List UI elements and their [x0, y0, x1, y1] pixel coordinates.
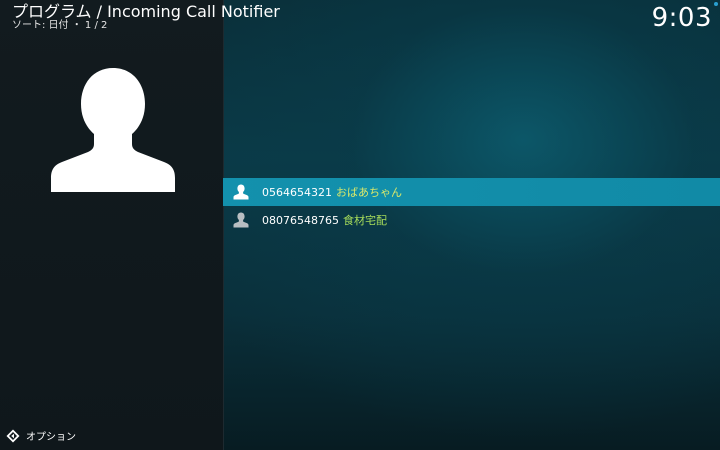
app-window: プログラム / Incoming Call Notifier ソート: 日付 ・… — [0, 0, 720, 450]
options-diamond-icon — [6, 429, 20, 442]
options-button[interactable]: オプション — [6, 428, 76, 443]
contact-number: 0564654321 — [262, 185, 332, 199]
person-icon — [233, 212, 249, 228]
contact-name: おばあちゃん — [336, 186, 402, 199]
person-icon — [233, 184, 249, 200]
list-item[interactable]: 08076548765 食材宅配 — [223, 206, 720, 234]
contact-avatar-icon — [51, 68, 175, 192]
list-item[interactable]: 0564654321 おばあちゃん — [223, 178, 720, 206]
sort-indicator[interactable]: ソート: 日付 ・ 1 / 2 — [12, 19, 107, 32]
contact-list: 0564654321 おばあちゃん 08076548765 食材宅配 — [223, 178, 720, 234]
options-label: オプション — [26, 432, 76, 443]
contact-number: 08076548765 — [262, 213, 339, 227]
status-dot — [714, 2, 718, 6]
contact-name: 食材宅配 — [342, 214, 387, 227]
clock: 9:03 — [651, 3, 712, 33]
